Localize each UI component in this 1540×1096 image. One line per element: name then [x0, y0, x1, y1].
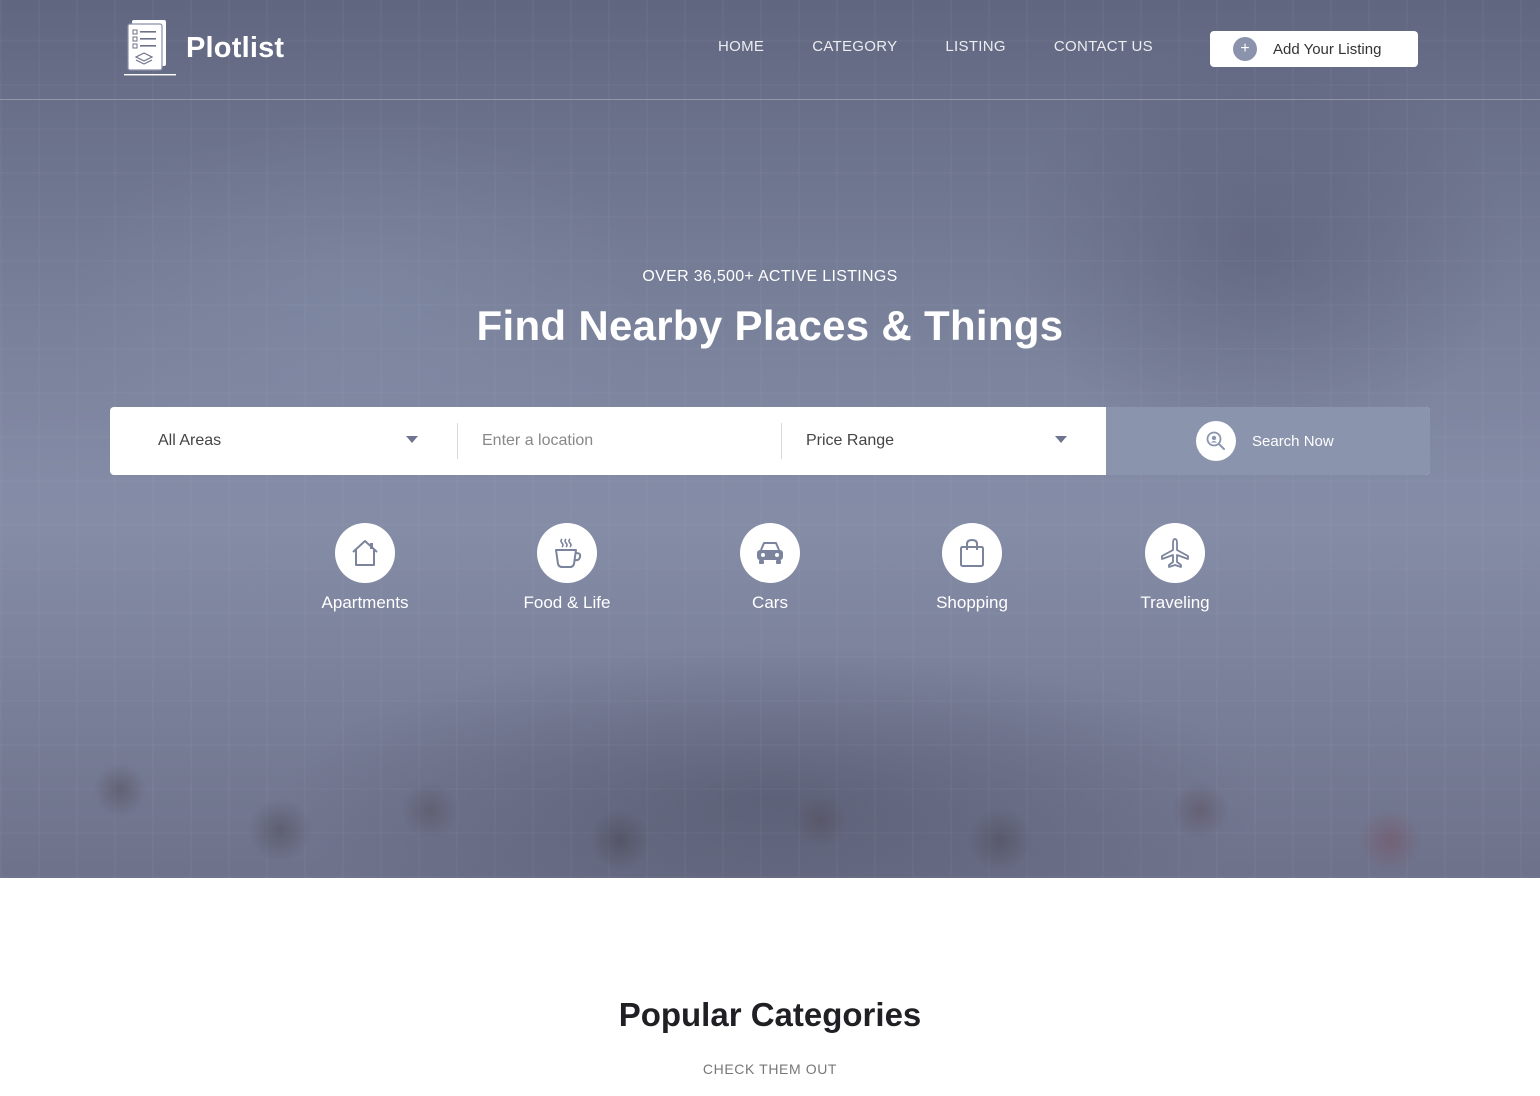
- area-select-value: All Areas: [158, 432, 222, 449]
- nav-home[interactable]: HOME: [718, 38, 764, 55]
- popular-categories-subtitle: CHECK THEM OUT: [702, 1061, 838, 1077]
- category-label: Shopping: [936, 593, 1008, 612]
- area-select[interactable]: All Areas: [158, 407, 420, 475]
- search-bar: All Areas Enter a location Price Range S…: [110, 407, 1430, 475]
- hero-headline: Find Nearby Places & Things: [476, 302, 1064, 349]
- category-label: Apartments: [321, 593, 409, 612]
- price-range-select[interactable]: Price Range: [806, 407, 1070, 475]
- add-listing-button[interactable]: + Add Your Listing: [1210, 31, 1418, 67]
- main-nav: HOME CATEGORY LISTING CONTACT US: [718, 38, 1201, 55]
- category-shortcuts: Apartments Food & Life Cars Shopping Tra…: [0, 523, 1540, 623]
- category-label: Cars: [752, 593, 788, 612]
- search-divider: [457, 423, 458, 459]
- chevron-down-icon: [1055, 436, 1067, 443]
- logo-document-icon: [122, 18, 178, 78]
- nav-listing[interactable]: LISTING: [945, 38, 1005, 55]
- price-range-value: Price Range: [806, 432, 895, 449]
- search-divider: [781, 423, 782, 459]
- hero-section: Plotlist HOME CATEGORY LISTING CONTACT U…: [0, 0, 1540, 878]
- nav-category[interactable]: CATEGORY: [812, 38, 897, 55]
- house-icon: [335, 523, 395, 583]
- location-input[interactable]: Enter a location: [482, 407, 772, 475]
- category-shopping[interactable]: Shopping: [892, 523, 1052, 613]
- location-placeholder: Enter a location: [482, 432, 594, 449]
- search-icon: [1196, 421, 1236, 461]
- search-now-label: Search Now: [1252, 432, 1334, 450]
- hero-kicker: OVER 36,500+ ACTIVE LISTINGS: [642, 268, 898, 285]
- search-now-button[interactable]: Search Now: [1106, 407, 1430, 475]
- add-listing-label: Add Your Listing: [1273, 40, 1382, 58]
- category-apartments[interactable]: Apartments: [285, 523, 445, 613]
- brand-logo[interactable]: Plotlist: [122, 18, 284, 78]
- chevron-down-icon: [406, 436, 418, 443]
- category-traveling[interactable]: Traveling: [1095, 523, 1255, 613]
- airplane-icon: [1145, 523, 1205, 583]
- category-cars[interactable]: Cars: [690, 523, 850, 613]
- brand-name: Plotlist: [186, 31, 285, 64]
- navbar: Plotlist HOME CATEGORY LISTING CONTACT U…: [0, 0, 1540, 100]
- category-food-life[interactable]: Food & Life: [487, 523, 647, 613]
- car-icon: [740, 523, 800, 583]
- popular-categories-title: Popular Categories: [618, 996, 922, 1033]
- category-label: Traveling: [1140, 593, 1210, 612]
- coffee-cup-icon: [537, 523, 597, 583]
- category-label: Food & Life: [523, 593, 611, 612]
- shopping-bag-icon: [942, 523, 1002, 583]
- nav-contact-us[interactable]: CONTACT US: [1054, 38, 1153, 55]
- plus-icon: +: [1233, 37, 1257, 61]
